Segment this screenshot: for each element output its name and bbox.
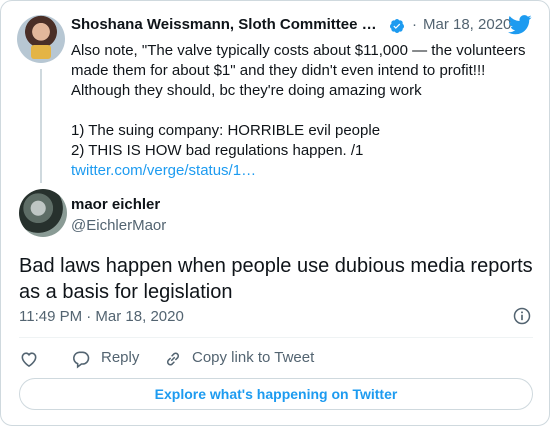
explore-twitter-button[interactable]: Explore what's happening on Twitter: [19, 378, 533, 410]
divider: [19, 337, 533, 338]
header-separator: ·: [412, 16, 417, 33]
main-author-handle[interactable]: @EichlerMaor: [71, 217, 166, 234]
parent-tweet-text: Also note, "The valve typically costs ab…: [71, 41, 533, 181]
parent-tweet-line: 2) THIS IS HOW bad regulations happen. /…: [71, 142, 364, 159]
main-tweet-text: Bad laws happen when people use dubious …: [19, 255, 533, 303]
parent-tweet-line: made them for about $1" and they didn't …: [71, 62, 486, 79]
reply-label: Reply: [101, 349, 140, 366]
parent-tweet[interactable]: Shoshana Weissmann, Sloth Committee … · …: [17, 11, 537, 183]
parent-tweet-line: 1) The suing company: HORRIBLE evil peop…: [71, 122, 381, 139]
main-author-name[interactable]: maor eichler: [71, 196, 160, 213]
link-icon: [166, 352, 180, 366]
parent-author-name[interactable]: Shoshana Weissmann, Sloth Committee …: [71, 16, 377, 33]
parent-author-avatar[interactable]: [17, 15, 65, 63]
reply-icon: [73, 351, 90, 369]
main-author-avatar[interactable]: [19, 189, 67, 237]
thread-connector-line: [40, 69, 42, 183]
parent-tweet-line: Although they should, bc they're doing a…: [71, 82, 422, 99]
verified-badge-icon: [390, 19, 405, 33]
parent-tweet-header: Shoshana Weissmann, Sloth Committee … · …: [71, 15, 533, 38]
copy-link-button[interactable]: Copy link to Tweet: [163, 347, 323, 369]
parent-tweet-line: Also note, "The valve typically costs ab…: [71, 42, 526, 59]
info-icon[interactable]: [512, 306, 532, 326]
copy-link-label: Copy link to Tweet: [192, 349, 315, 366]
parent-tweet-date[interactable]: Mar 18, 2020: [423, 16, 511, 33]
main-tweet-timestamp[interactable]: 11:49 PM · Mar 18, 2020: [19, 308, 184, 325]
heart-icon: [21, 352, 37, 368]
like-button[interactable]: [19, 347, 45, 369]
reply-button[interactable]: Reply: [71, 347, 151, 369]
twitter-bird-icon[interactable]: [508, 15, 532, 35]
parent-tweet-link[interactable]: twitter.com/verge/status/1…: [71, 162, 256, 179]
tweet-embed-card: Shoshana Weissmann, Sloth Committee … · …: [0, 0, 550, 426]
